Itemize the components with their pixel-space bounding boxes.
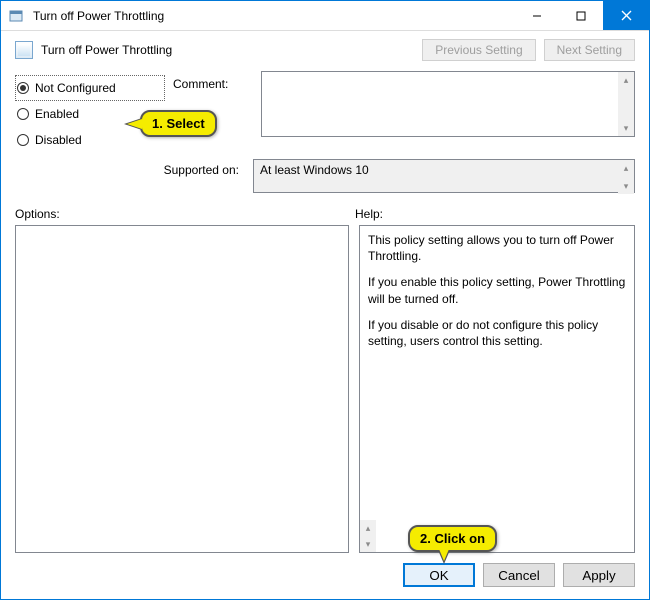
policy-editor-window: Turn off Power Throttling Turn off Power… bbox=[0, 0, 650, 600]
radio-not-configured[interactable]: Not Configured bbox=[15, 75, 165, 101]
radio-icon bbox=[17, 134, 29, 146]
app-icon bbox=[1, 9, 31, 23]
scroll-down-icon: ▾ bbox=[624, 178, 629, 194]
annotation-text: 2. Click on bbox=[420, 531, 485, 546]
scroll-up-icon: ▴ bbox=[366, 520, 371, 536]
annotation-text: 1. Select bbox=[152, 116, 205, 131]
help-label: Help: bbox=[355, 207, 635, 221]
titlebar: Turn off Power Throttling bbox=[1, 1, 649, 31]
help-paragraph: This policy setting allows you to turn o… bbox=[368, 232, 626, 264]
comment-field[interactable]: ▴ ▾ bbox=[261, 71, 635, 137]
dialog-buttons: OK Cancel Apply bbox=[1, 553, 649, 599]
comment-scrollbar[interactable]: ▴ ▾ bbox=[618, 72, 634, 136]
policy-header-row: Turn off Power Throttling Previous Setti… bbox=[1, 31, 649, 67]
radio-icon bbox=[17, 82, 29, 94]
callout-tail-icon bbox=[438, 550, 450, 564]
options-panel bbox=[15, 225, 349, 553]
callout-tail-icon bbox=[124, 118, 142, 130]
options-label: Options: bbox=[15, 207, 355, 221]
scroll-down-icon: ▾ bbox=[624, 120, 629, 136]
radio-icon bbox=[17, 108, 29, 120]
maximize-button[interactable] bbox=[559, 1, 603, 30]
cancel-button[interactable]: Cancel bbox=[483, 563, 555, 587]
ok-button[interactable]: OK bbox=[403, 563, 475, 587]
radio-label: Not Configured bbox=[35, 81, 116, 95]
radio-label: Disabled bbox=[35, 133, 82, 147]
minimize-button[interactable] bbox=[515, 1, 559, 30]
next-setting-button[interactable]: Next Setting bbox=[544, 39, 635, 61]
supported-scrollbar[interactable]: ▴ ▾ bbox=[618, 160, 634, 194]
supported-on-field: At least Windows 10 ▴ ▾ bbox=[253, 159, 635, 193]
apply-button[interactable]: Apply bbox=[563, 563, 635, 587]
previous-setting-button[interactable]: Previous Setting bbox=[422, 39, 535, 61]
help-scrollbar[interactable]: ▴ ▾ bbox=[360, 520, 376, 552]
help-paragraph: If you disable or do not configure this … bbox=[368, 317, 626, 349]
help-paragraph: If you enable this policy setting, Power… bbox=[368, 274, 626, 306]
policy-title: Turn off Power Throttling bbox=[41, 43, 172, 57]
supported-on-label: Supported on: bbox=[15, 159, 245, 177]
annotation-select: 1. Select bbox=[140, 110, 217, 137]
help-panel: This policy setting allows you to turn o… bbox=[359, 225, 635, 553]
help-text: This policy setting allows you to turn o… bbox=[360, 226, 634, 520]
radio-label: Enabled bbox=[35, 107, 79, 121]
comment-text bbox=[262, 72, 618, 136]
close-button[interactable] bbox=[603, 1, 649, 30]
scroll-up-icon: ▴ bbox=[624, 72, 629, 88]
annotation-click-ok: 2. Click on bbox=[408, 525, 497, 552]
policy-icon bbox=[15, 41, 33, 59]
window-title: Turn off Power Throttling bbox=[31, 9, 515, 23]
supported-on-value: At least Windows 10 bbox=[254, 160, 618, 192]
scroll-up-icon: ▴ bbox=[624, 160, 629, 176]
scroll-down-icon: ▾ bbox=[366, 536, 371, 552]
